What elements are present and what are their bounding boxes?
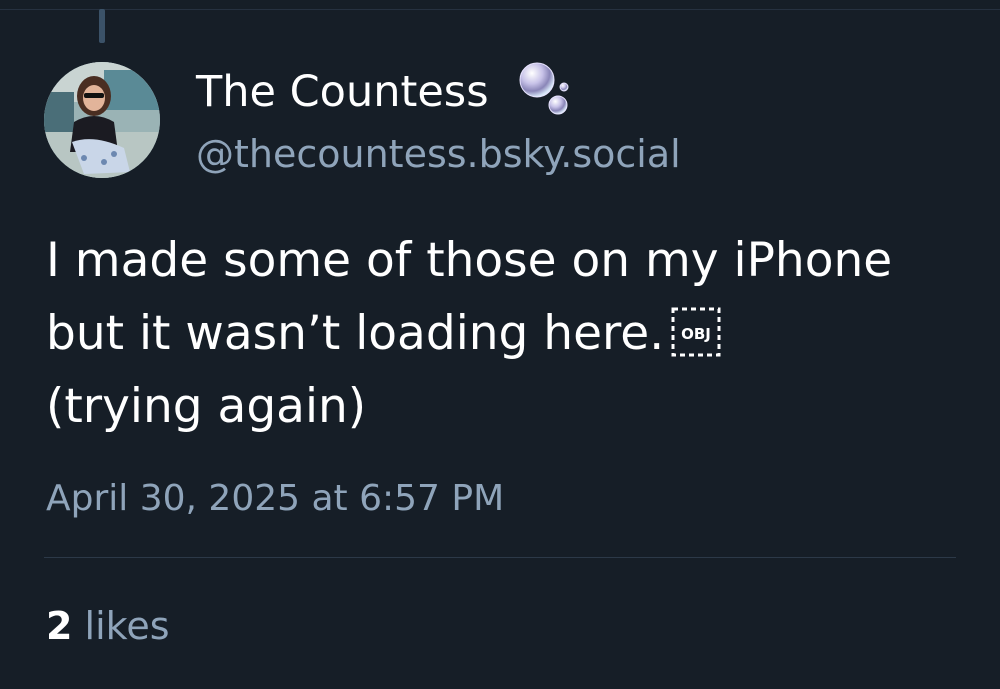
post-text-line: but it wasn’t loading here. OBJ <box>46 297 976 370</box>
post-text-line-content: but it wasn’t loading here. <box>46 306 665 361</box>
post-timestamp[interactable]: April 30, 2025 at 6:57 PM <box>46 474 504 524</box>
avatar-photo-icon <box>44 62 160 178</box>
author-handle[interactable]: @thecountess.bsky.social <box>196 128 681 180</box>
author-display-name[interactable]: The Countess <box>196 64 489 120</box>
avatar[interactable] <box>44 62 160 178</box>
post-text-line: (trying again) <box>46 379 367 434</box>
post-text: I made some of those on my iPhone but it… <box>46 224 976 443</box>
likes-label: likes <box>84 604 170 648</box>
divider <box>44 557 956 558</box>
likes-count: 2 <box>46 604 73 648</box>
likes-stat[interactable]: 2 likes <box>46 600 170 652</box>
top-border <box>0 0 1000 10</box>
svg-text:OBJ: OBJ <box>681 325 711 343</box>
thread-connector-line <box>99 9 105 43</box>
object-replacement-icon: OBJ <box>671 307 721 356</box>
post-text-line: I made some of those on my iPhone <box>46 233 893 288</box>
bubbles-icon <box>519 62 569 115</box>
